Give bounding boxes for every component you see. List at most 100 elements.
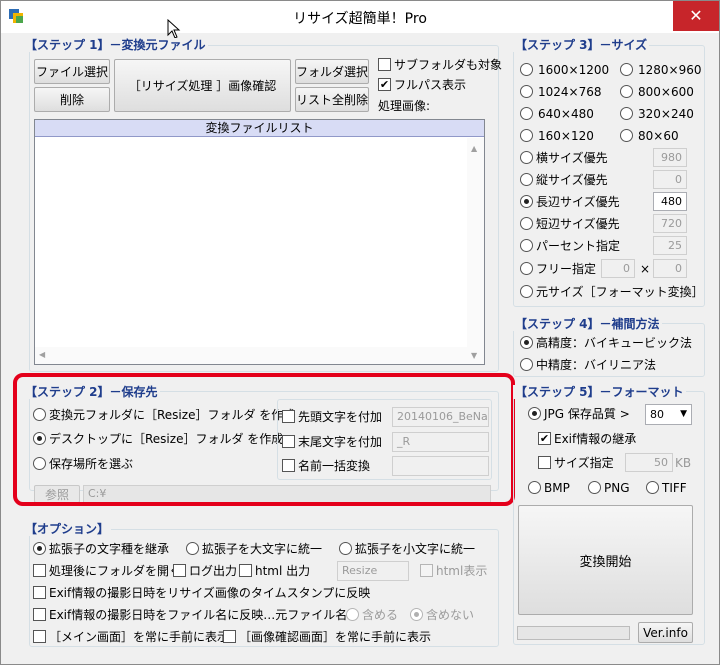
html-output-checkbox[interactable] xyxy=(239,564,252,577)
width-priority-radio[interactable] xyxy=(520,151,533,164)
open-folder-checkbox[interactable] xyxy=(33,564,46,577)
file-list-header: 変換ファイルリスト xyxy=(35,120,484,137)
file-list-scrollbar[interactable]: ▲ ▼ xyxy=(467,138,484,364)
convert-start-button[interactable]: 変換開始 xyxy=(518,505,693,615)
free-x-label: × xyxy=(640,262,651,276)
size-160-label: 160×120 xyxy=(538,129,594,143)
options-title: 【オプション】 xyxy=(23,522,112,536)
long-side-input[interactable]: 480 xyxy=(653,192,687,211)
size-320-label: 320×240 xyxy=(638,107,694,121)
exif-timestamp-checkbox[interactable] xyxy=(33,586,46,599)
exif-filename-label: Exif情報の撮影日時をファイル名に反映…元ファイル名 ： xyxy=(49,608,364,622)
long-side-priority-label: 長辺サイズ優先 xyxy=(536,195,620,209)
height-priority-label: 縦サイズ優先 xyxy=(536,173,608,187)
size-80-radio[interactable] xyxy=(620,129,633,142)
size-1024-label: 1024×768 xyxy=(538,85,602,99)
step1-title: 【ステップ 1】－変換元ファイル xyxy=(23,38,208,52)
subfolder-checkbox[interactable] xyxy=(378,58,391,71)
title-bar: リサイズ超簡単！Pro ✕ xyxy=(1,1,719,33)
size-unit-label: KB xyxy=(675,456,692,470)
log-checkbox[interactable] xyxy=(173,564,186,577)
tiff-radio[interactable] xyxy=(646,481,659,494)
free-size-radio[interactable] xyxy=(520,262,533,275)
close-button[interactable]: ✕ xyxy=(673,1,719,31)
short-side-priority-radio[interactable] xyxy=(520,217,533,230)
file-list[interactable]: 変換ファイルリスト ▲ ▼ ◀ xyxy=(34,119,485,365)
quality-value: 80 xyxy=(650,408,664,421)
fullpath-checkbox[interactable]: ✔ xyxy=(378,78,391,91)
bmp-radio[interactable] xyxy=(528,481,541,494)
include-original-radio[interactable] xyxy=(346,608,359,621)
ext-upper-radio[interactable] xyxy=(186,542,199,555)
height-priority-radio[interactable] xyxy=(520,173,533,186)
subfolder-label: サブフォルダも対象 xyxy=(394,58,503,72)
open-folder-label: 処理後にフォルダを開く xyxy=(49,564,182,578)
html-output-label: html 出力 xyxy=(255,564,311,578)
main-top-checkbox[interactable] xyxy=(33,630,46,643)
free-width-input[interactable]: 0 xyxy=(601,259,635,278)
width-input[interactable]: 980 xyxy=(653,148,687,167)
exclude-original-label: 含めない xyxy=(426,608,475,622)
short-side-priority-label: 短辺サイズ優先 xyxy=(536,217,620,231)
chevron-down-icon: ▼ xyxy=(680,409,687,419)
size-spec-checkbox[interactable] xyxy=(538,456,551,469)
ext-lower-radio[interactable] xyxy=(339,542,352,555)
png-radio[interactable] xyxy=(588,481,601,494)
html-show-checkbox[interactable] xyxy=(420,564,433,577)
file-list-hscrollbar[interactable]: ◀ xyxy=(35,347,467,364)
percent-radio[interactable] xyxy=(520,239,533,252)
list-clear-button[interactable]: リスト全削除 xyxy=(295,87,369,112)
scroll-left-icon[interactable]: ◀ xyxy=(39,350,45,359)
size-640-label: 640×480 xyxy=(538,107,594,121)
mouse-cursor-icon xyxy=(167,19,181,39)
percent-input[interactable]: 25 xyxy=(653,236,687,255)
version-info-button[interactable]: Ver.info xyxy=(638,622,693,643)
folder-select-button[interactable]: フォルダ選択 xyxy=(295,59,369,84)
size-1024-radio[interactable] xyxy=(520,85,533,98)
size-1280-radio[interactable] xyxy=(620,63,633,76)
main-top-label: ［メイン画面］を常に手前に表示 xyxy=(49,630,230,644)
resize-preview-button[interactable]: ［リサイズ処理 ］画像確認 xyxy=(114,59,291,112)
size-320-radio[interactable] xyxy=(620,107,633,120)
main-window: リサイズ超簡単！Pro ✕ 【ステップ 1】－変換元ファイル ファイル選択 削除… xyxy=(0,0,720,665)
exif-filename-checkbox[interactable] xyxy=(33,608,46,621)
ext-keep-radio[interactable] xyxy=(33,542,46,555)
exclude-original-radio[interactable] xyxy=(410,608,423,621)
jpg-radio[interactable] xyxy=(528,407,541,420)
size-800-label: 800×600 xyxy=(638,85,694,99)
original-size-radio[interactable] xyxy=(520,285,533,298)
size-640-radio[interactable] xyxy=(520,107,533,120)
file-select-button[interactable]: ファイル選択 xyxy=(34,59,110,84)
quality-select[interactable]: 80 ▼ xyxy=(645,404,692,425)
size-spec-label: サイズ指定 xyxy=(554,456,614,470)
bicubic-radio[interactable] xyxy=(520,336,533,349)
step3-title: 【ステップ 3】－サイズ xyxy=(513,38,650,52)
size-160-radio[interactable] xyxy=(520,129,533,142)
size-80-label: 80×60 xyxy=(638,129,679,143)
size-1600-radio[interactable] xyxy=(520,63,533,76)
free-height-input[interactable]: 0 xyxy=(653,259,687,278)
width-priority-label: 横サイズ優先 xyxy=(536,151,608,165)
bmp-label: BMP xyxy=(544,481,570,495)
preview-top-checkbox[interactable] xyxy=(223,630,236,643)
highlight-box xyxy=(13,373,515,506)
bilinear-label: 中精度：バイリニア法 xyxy=(536,358,657,372)
scroll-up-icon[interactable]: ▲ xyxy=(471,144,477,153)
size-800-radio[interactable] xyxy=(620,85,633,98)
bilinear-radio[interactable] xyxy=(520,358,533,371)
step5-title: 【ステップ 5】－フォーマット xyxy=(513,385,686,399)
log-label: ログ出力 xyxy=(189,564,238,578)
long-side-priority-radio[interactable] xyxy=(520,195,533,208)
height-input[interactable]: 0 xyxy=(653,170,687,189)
include-original-label: 含める xyxy=(362,608,399,622)
ext-keep-label: 拡張子の文字種を継承 xyxy=(49,542,170,556)
delete-button[interactable]: 削除 xyxy=(34,87,110,112)
exif-inherit-checkbox[interactable]: ✔ xyxy=(538,432,551,445)
size-spec-input[interactable]: 50 xyxy=(625,453,673,472)
html-name-input[interactable]: Resize xyxy=(337,561,409,581)
original-size-label: 元サイズ［フォーマット変換］ xyxy=(536,285,704,299)
progress-bar xyxy=(517,626,630,640)
scroll-down-icon[interactable]: ▼ xyxy=(471,351,477,360)
short-side-input[interactable]: 720 xyxy=(653,214,687,233)
tiff-label: TIFF xyxy=(662,481,687,495)
